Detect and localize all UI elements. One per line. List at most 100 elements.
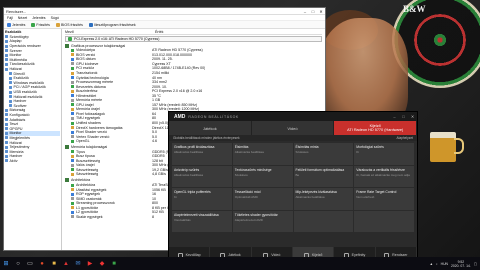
property-value: 512 KB: [152, 210, 164, 215]
property-name: Buszszélesség: [76, 158, 100, 163]
setting-tile[interactable]: Alapértelmezett visszaállítása Visszaállí…: [172, 210, 232, 232]
property-icon: [71, 135, 74, 139]
radeon-titlebar[interactable]: AMD RADEON BEÁLLÍTÁSOK – □ ✕: [169, 112, 417, 121]
setting-tile[interactable]: Morfológiai szűrés Ki: [354, 143, 414, 165]
property-name: Streaming processzorok: [76, 201, 115, 206]
setting-tile[interactable]: Élsimítás Alkalmazás beállítása: [232, 143, 293, 165]
wallpaper-logo: B&W: [403, 4, 426, 14]
property-value: 013.012.000.018.000000: [152, 52, 192, 57]
property-icon: [71, 215, 74, 219]
tab-video-label: Videó: [287, 125, 298, 131]
browser-icon[interactable]: ●: [38, 260, 46, 268]
language-indicator[interactable]: HUN: [441, 262, 448, 266]
setting-tile[interactable]: Felületi formátum optimalizálása Be: [293, 165, 354, 187]
setting-label: Textúraszűrés minősége: [234, 167, 272, 172]
setting-tile[interactable]: OpenGL tripla pufferelés Ki: [172, 188, 232, 210]
network-icon[interactable]: ▲: [430, 262, 433, 266]
window-titlebar[interactable]: Rendszer... – □ ✕: [4, 8, 325, 15]
radeon-product-title: RADEON BEÁLLÍTÁSOK: [188, 114, 239, 119]
tab-display-sub: ATI Radeon HD 5770 (Hardware): [347, 128, 404, 132]
property-icon: [71, 94, 74, 98]
toolbar: Jelentés Frissítés BIOS frissítés Illesz…: [4, 21, 325, 29]
setting-tile[interactable]: Mip-leképezés kiválasztása Alkalmazás beá…: [293, 188, 354, 210]
property-value: 2009. 11. 25.: [152, 57, 173, 62]
setting-tile[interactable]: [293, 210, 354, 232]
property-name: Pixel Shader verzió: [76, 130, 107, 135]
report-icon: [7, 22, 11, 27]
bios-update-button[interactable]: BIOS frissítés: [55, 22, 83, 27]
section-title-label: Memória tulajdonságai: [71, 144, 108, 149]
setting-tile[interactable]: Anizotróp szűrés Alkalmazás beállítása: [172, 165, 232, 187]
close-icon[interactable]: ✕: [317, 8, 325, 15]
setting-tile[interactable]: Tökéletes shader gyorsítótár Alapértelmez…: [232, 210, 293, 232]
minimize-icon[interactable]: –: [301, 8, 309, 15]
maximize-icon[interactable]: □: [399, 114, 408, 119]
close-icon[interactable]: ✕: [408, 114, 417, 119]
setting-tile[interactable]: Textúraszűrés minősége Szokásos: [232, 165, 293, 187]
clock[interactable]: 9:52 2020. 07. 14.: [451, 260, 471, 268]
tree-item-icon: [9, 104, 12, 108]
taskbar: ⊞ ○ ▭ ● ■ ▲ ✉ ▶ ◆ ■ ▲ ♪ HUN 9:52 2020. 0…: [0, 257, 480, 270]
maximize-icon[interactable]: □: [309, 8, 317, 15]
tree-item-label: Hardver: [13, 99, 27, 104]
tree-item-icon: [5, 67, 8, 71]
tree-item-icon: [5, 150, 8, 154]
property-value: 4,8 GB/s: [152, 172, 166, 177]
setting-tile[interactable]: [354, 210, 414, 232]
tree-item-label: Adatbázis: [9, 117, 26, 122]
folder-icon[interactable]: ■: [50, 260, 58, 268]
property-icon: [71, 66, 74, 70]
setting-label: Mip-leképezés kiválasztása: [295, 190, 337, 194]
property-icon: [71, 57, 74, 61]
property-name: OpenGL: [76, 139, 90, 144]
menu-file[interactable]: Fájl: [7, 16, 13, 20]
tree-item-icon: [5, 58, 8, 62]
report-button[interactable]: Jelentés: [7, 22, 25, 27]
setting-label: Élsimítás: [234, 145, 249, 149]
taskview-icon[interactable]: ▭: [26, 260, 34, 268]
menu-view[interactable]: Nézet: [18, 16, 27, 20]
tab-display[interactable]: Kijelző ATI Radeon HD 5770 (Hardware): [334, 121, 417, 135]
tab-games[interactable]: Játékok: [169, 121, 252, 135]
refresh-button[interactable]: Frissítés: [31, 22, 50, 27]
mail-icon[interactable]: ✉: [74, 260, 82, 268]
minimize-icon[interactable]: –: [390, 114, 399, 119]
setting-tile[interactable]: Élsimítás minta Szokásos: [293, 143, 354, 165]
menu-report[interactable]: Jelentés: [32, 16, 45, 20]
setting-tile[interactable]: Frame Rate Target Control Nem elérhető: [354, 188, 414, 210]
media-icon[interactable]: ▶: [86, 260, 94, 268]
column-field[interactable]: Mező: [65, 30, 155, 34]
property-name: Gyártási technológia: [76, 75, 109, 80]
property-value: 16: [152, 192, 156, 197]
sysinfo-task-icon[interactable]: ■: [110, 260, 118, 268]
tree-item[interactable]: Aktív: [5, 159, 60, 164]
property-name: Hőmérséklet: [76, 93, 97, 98]
driver-update-button[interactable]: Illesztőprogram frissítések: [88, 22, 136, 27]
property-name: Memória mérete: [76, 98, 103, 103]
menu-help[interactable]: Súgó: [51, 16, 59, 20]
setting-tile[interactable]: Grafikus profil kiválasztása Alkalmazás b…: [172, 143, 232, 165]
app-icon[interactable]: ▲: [62, 260, 70, 268]
reset-link[interactable]: Alaphelyzet: [397, 136, 413, 140]
notifications-icon[interactable]: ▢: [474, 262, 477, 266]
setting-tile[interactable]: Tesszelláció mód Optimalizált AMD: [232, 188, 293, 210]
property-icon: [71, 163, 74, 167]
property-name: Sávszélesség: [76, 167, 99, 172]
tab-video[interactable]: Videó: [252, 121, 335, 135]
search-icon[interactable]: ○: [14, 260, 22, 268]
device-selector[interactable]: PCI-Express 2.0 x16: ATI Radeon HD 5770 …: [65, 36, 322, 42]
property-value: 800 (v5.0): [152, 121, 169, 126]
setting-label: Tökéletes shader gyorsítótár: [234, 212, 278, 217]
property-name: Valós órajel: [76, 163, 95, 168]
tree-item-icon: [9, 90, 12, 94]
property-value: 64: [152, 111, 156, 116]
tree-item-icon: [5, 159, 8, 163]
setting-tile[interactable]: Várakozás a vertikális frissítésre Ki, ha…: [354, 165, 414, 187]
radeon-task-icon[interactable]: ◆: [98, 260, 106, 268]
driver-icon: [88, 22, 93, 27]
start-icon[interactable]: ⊞: [2, 260, 10, 268]
volume-icon[interactable]: ♪: [436, 262, 438, 266]
column-value[interactable]: Érték: [155, 30, 245, 34]
setting-value: Be: [295, 172, 300, 177]
property-icon: [71, 206, 74, 210]
